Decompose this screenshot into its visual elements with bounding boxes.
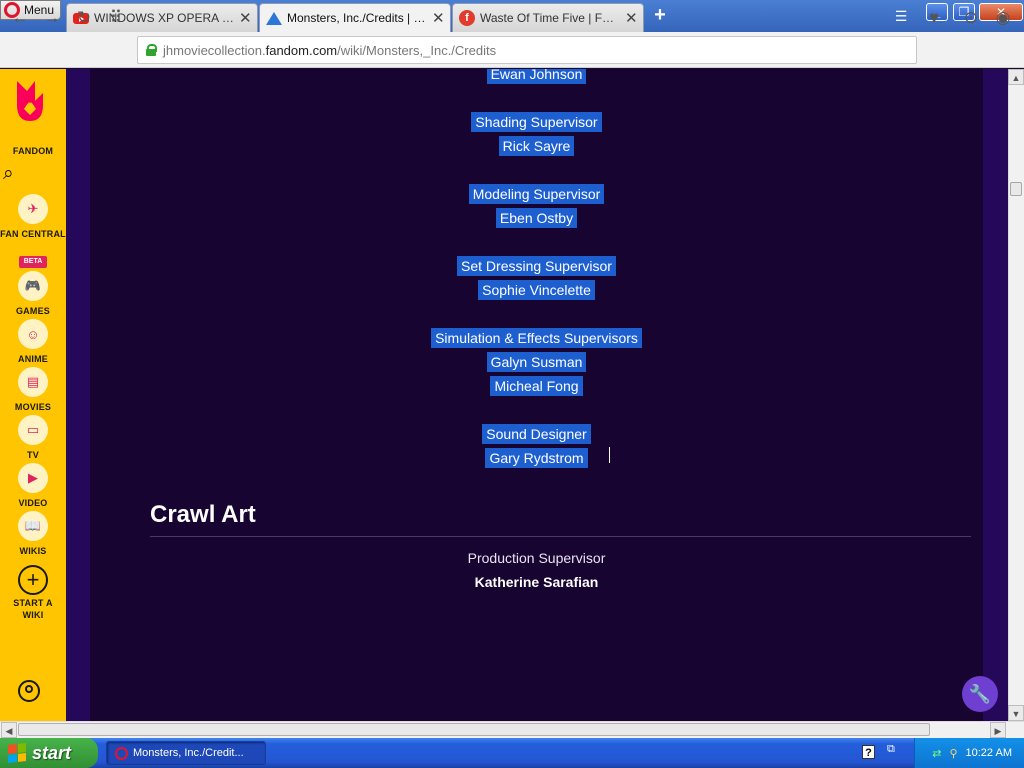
wrench-tools-icon[interactable]: 🔧 xyxy=(962,676,998,712)
credit-role: Simulation & Effects Supervisors xyxy=(90,327,983,349)
help-icon[interactable]: ? xyxy=(862,745,875,759)
fandom-flame-logo-icon[interactable] xyxy=(13,79,47,123)
section-divider xyxy=(150,536,971,537)
tab-label: Waste Of Time Five | Fonts xyxy=(480,11,620,25)
task-label: Monsters, Inc./Credit... xyxy=(133,747,244,759)
opera-logo-icon xyxy=(115,746,128,760)
taskbar-item-opera[interactable]: Monsters, Inc./Credit... xyxy=(106,741,266,765)
address-input[interactable]: jhmoviecollection.fandom.com/wiki/Monste… xyxy=(137,36,917,64)
close-tab-icon[interactable]: ✕ xyxy=(625,9,638,27)
new-tab-button[interactable]: + xyxy=(650,5,670,26)
credit-name: Galyn Susman xyxy=(90,351,983,373)
sidebar-item-movies[interactable]: MOVIES xyxy=(0,401,66,413)
windows-flag-icon xyxy=(8,743,26,763)
rocket-icon[interactable]: ✈ xyxy=(18,194,48,224)
scroll-left-arrow-icon[interactable]: ◀ xyxy=(1,722,17,738)
credit-name: Eben Ostby xyxy=(90,207,983,229)
clapperboard-icon[interactable]: ▤ xyxy=(18,367,48,397)
vertical-scroll-thumb[interactable] xyxy=(1010,182,1022,196)
reload-icon[interactable]: ↻ xyxy=(74,8,94,28)
sidebar-item-video[interactable]: VIDEO xyxy=(0,497,66,509)
forward-arrow-icon[interactable]: → xyxy=(42,8,62,28)
credit-name: Sophie Vincelette xyxy=(90,279,983,301)
credit-name: Katherine Sarafian xyxy=(474,574,599,590)
sidebar-item-wikis[interactable]: WIKIS xyxy=(0,545,66,557)
tab-fonts[interactable]: f Waste Of Time Five | Fonts ✕ xyxy=(452,3,644,32)
start-button[interactable]: start xyxy=(0,738,98,768)
search-tray-icon[interactable]: ⚲ xyxy=(949,747,957,760)
anime-face-icon[interactable]: ☺ xyxy=(18,319,48,349)
book-icon[interactable]: 📖 xyxy=(18,511,48,541)
speed-dial-grid-icon[interactable]: ⠿ xyxy=(106,8,126,28)
credit-name: Rick Sayre xyxy=(90,135,983,157)
network-icon[interactable]: ⇄ xyxy=(932,747,941,760)
credit-name: Micheal Fong xyxy=(90,375,983,397)
close-tab-icon[interactable]: ✕ xyxy=(432,9,445,27)
tv-icon[interactable]: ▭ xyxy=(18,415,48,445)
restore-tray-icon[interactable]: ⧉ xyxy=(887,743,895,756)
credit-role: Shading Supervisor xyxy=(90,111,983,133)
lock-icon xyxy=(146,44,157,56)
start-label: start xyxy=(32,742,72,763)
sidebar-item-anime[interactable]: ANIME xyxy=(0,353,66,365)
tab-menu-icon[interactable]: ☰ xyxy=(893,8,909,24)
credit-name: Gary Rydstrom xyxy=(90,447,983,469)
download-icon[interactable]: ⊙ xyxy=(961,8,981,28)
close-tab-icon[interactable]: ✕ xyxy=(239,9,252,27)
article-body: Ewan Johnson Shading Supervisor Rick Say… xyxy=(90,69,983,721)
user-account-icon[interactable] xyxy=(18,680,40,702)
search-icon[interactable]: ⌕ xyxy=(3,163,25,185)
credit-role: Production Supervisor xyxy=(467,550,606,566)
gamepad-icon[interactable]: 🎮 xyxy=(18,271,48,301)
tab-label: Monsters, Inc./Credits | JH M xyxy=(287,11,427,25)
heart-bookmark-icon[interactable]: ♥ xyxy=(924,8,944,28)
sidebar-item-start-a-wiki[interactable]: START A WIKI xyxy=(8,597,58,621)
plus-circle-icon[interactable]: + xyxy=(18,565,48,595)
tab-monsters-credits[interactable]: Monsters, Inc./Credits | JH M ✕ xyxy=(259,3,451,32)
credit-name: Ewan Johnson xyxy=(90,69,983,85)
clock: 10:22 AM xyxy=(965,747,1012,759)
back-arrow-icon[interactable]: ← xyxy=(10,8,30,28)
beta-badge: BETA xyxy=(19,256,47,268)
credit-role: Set Dressing Supervisor xyxy=(90,255,983,277)
video-play-icon[interactable]: ▶ xyxy=(18,463,48,493)
page-content: Ewan Johnson Shading Supervisor Rick Say… xyxy=(66,69,1008,721)
section-heading: Crawl Art xyxy=(150,501,256,528)
scroll-up-arrow-icon[interactable]: ▲ xyxy=(1008,69,1024,85)
system-tray: ⇄ ⚲ 10:22 AM xyxy=(914,738,1024,768)
tab-youtube[interactable]: WINDOWS XP OPERA - YouT ✕ xyxy=(66,3,258,32)
fandom-brand-label[interactable]: FANDOM xyxy=(0,145,66,157)
scroll-down-arrow-icon[interactable]: ▼ xyxy=(1008,705,1024,721)
fandom-wiki-icon xyxy=(266,11,282,25)
fonts-site-icon: f xyxy=(459,10,475,26)
url-text: jhmoviecollection.fandom.com/wiki/Monste… xyxy=(163,42,497,58)
credit-role: Sound Designer xyxy=(90,423,983,445)
scroll-right-arrow-icon[interactable]: ▶ xyxy=(990,722,1006,738)
credit-role: Modeling Supervisor xyxy=(90,183,983,205)
sidebar-item-tv[interactable]: TV xyxy=(0,449,66,461)
account-icon[interactable]: ◉ xyxy=(993,8,1013,28)
fandom-sidebar: FANDOM ⌕ ✈ FAN CENTRAL BETA 🎮 GAMES ☺ AN… xyxy=(0,69,66,721)
text-cursor xyxy=(609,447,615,463)
sidebar-item-games[interactable]: GAMES xyxy=(0,305,66,317)
horizontal-scroll-thumb[interactable] xyxy=(18,723,930,736)
vertical-scrollbar[interactable] xyxy=(1008,69,1024,721)
sidebar-item-fan-central[interactable]: FAN CENTRAL xyxy=(0,228,66,240)
